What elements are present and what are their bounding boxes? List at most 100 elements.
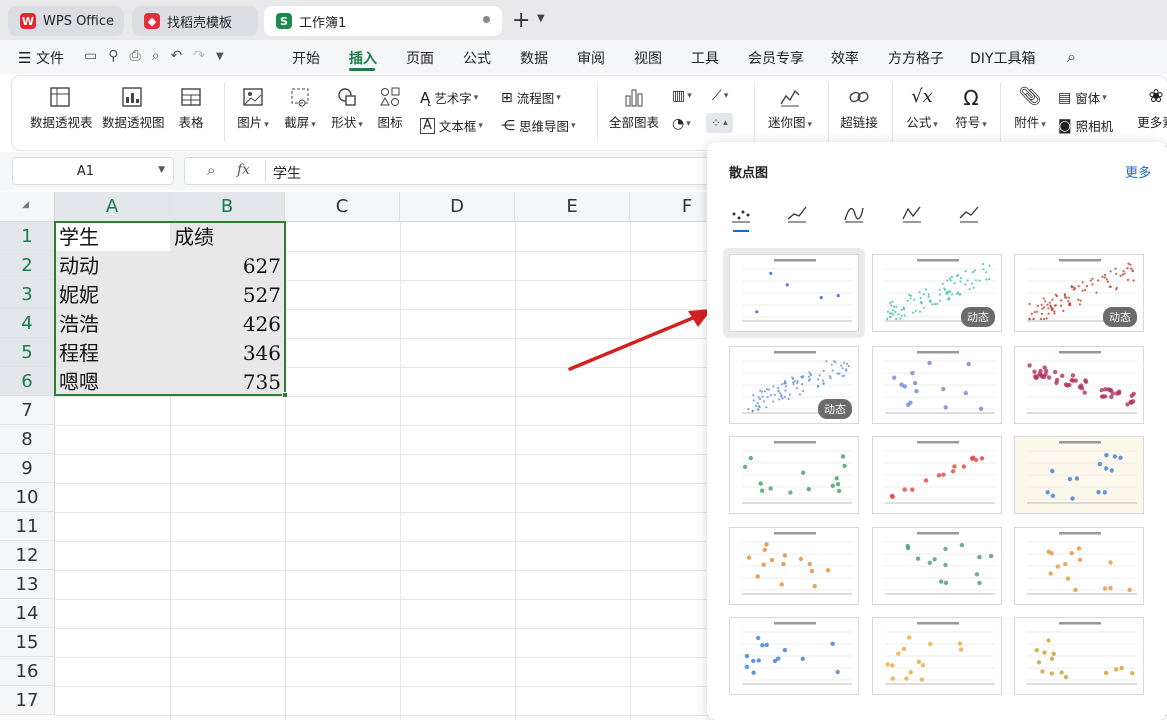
- line-chart-button[interactable]: ⟋ ▾: [712, 88, 728, 104]
- column-header-d[interactable]: D: [400, 192, 515, 222]
- row-header-14[interactable]: 14: [0, 599, 55, 628]
- row-header-5[interactable]: 5: [0, 338, 55, 367]
- zoom-icon[interactable]: ⌕: [207, 161, 215, 179]
- tab-daoke-template[interactable]: ◆ 找稻壳模板: [132, 6, 258, 36]
- scatter-template-thumbnail[interactable]: 动态: [729, 346, 859, 424]
- menu-fangfang[interactable]: 方方格子: [888, 48, 944, 68]
- row-header-12[interactable]: 12: [0, 541, 55, 570]
- row-header-17[interactable]: 17: [0, 686, 55, 715]
- row-header-7[interactable]: 7: [0, 396, 55, 425]
- hyperlink-button[interactable]: 超链接: [838, 86, 880, 131]
- row-header-9[interactable]: 9: [0, 454, 55, 483]
- table-button[interactable]: 表格: [175, 86, 207, 131]
- pivot-chart-button[interactable]: 数据透视图: [102, 86, 165, 131]
- scatter-template-thumbnail[interactable]: [872, 346, 1002, 424]
- row-header-8[interactable]: 8: [0, 425, 55, 454]
- shape-button[interactable]: 形状 ▾: [326, 86, 368, 131]
- scatter-template-thumbnail[interactable]: 动态: [872, 254, 1002, 332]
- pivot-table-button[interactable]: 数据透视表: [30, 86, 93, 131]
- menu-view[interactable]: 视图: [634, 48, 662, 68]
- unsaved-dot-icon[interactable]: [483, 16, 490, 23]
- column-chart-button[interactable]: ▥ ▾: [672, 88, 692, 104]
- quick-access-dropdown-icon[interactable]: ▼: [216, 51, 224, 66]
- row-header-1[interactable]: 1: [0, 222, 55, 251]
- menu-tools[interactable]: 工具: [691, 48, 719, 68]
- menu-insert[interactable]: 插入: [349, 48, 377, 68]
- new-tab-plus-icon[interactable]: +: [512, 8, 530, 33]
- camera-button[interactable]: ◙ 照相机: [1058, 116, 1113, 135]
- column-header-b[interactable]: B: [170, 192, 285, 222]
- window-button[interactable]: ▤ 窗体 ▾: [1058, 88, 1107, 107]
- scatter-template-thumbnail[interactable]: [729, 254, 859, 332]
- scatter-template-thumbnail[interactable]: [872, 617, 1002, 695]
- scatter-template-thumbnail[interactable]: [1014, 527, 1144, 605]
- search-icon[interactable]: ⌕: [1067, 47, 1076, 67]
- sparkline-button[interactable]: 迷你图 ▾: [764, 86, 816, 131]
- attachment-button[interactable]: 📎︎ 附件 ▾: [1010, 86, 1050, 131]
- formula-button[interactable]: √x 公式 ▾: [901, 86, 943, 131]
- scatter-template-thumbnail[interactable]: [729, 527, 859, 605]
- picture-button[interactable]: 图片 ▾: [232, 86, 274, 131]
- column-header-a[interactable]: A: [55, 192, 170, 222]
- share-icon[interactable]: ⚲: [108, 48, 118, 66]
- row-header-10[interactable]: 10: [0, 483, 55, 512]
- icon-button[interactable]: 图标: [374, 86, 406, 131]
- hamburger-icon[interactable]: ☰: [18, 49, 31, 67]
- scatter-smooth-lines-icon[interactable]: [842, 202, 866, 226]
- symbol-button[interactable]: Ω 符号 ▾: [950, 86, 992, 131]
- scatter-template-thumbnail[interactable]: 动态: [1014, 254, 1144, 332]
- menu-review[interactable]: 审阅: [577, 48, 605, 68]
- menu-efficiency[interactable]: 效率: [831, 48, 859, 68]
- textbox-button[interactable]: A 文本框 ▾: [420, 116, 483, 135]
- fill-handle[interactable]: [282, 392, 288, 398]
- redo-icon[interactable]: ↷: [193, 48, 205, 66]
- print-icon[interactable]: ⎙: [130, 48, 141, 66]
- menu-diy-toolbox[interactable]: DIY工具箱: [970, 48, 1035, 68]
- scatter-chart-button[interactable]: ⁘ ▴: [706, 113, 733, 133]
- tab-list-chevron-icon[interactable]: ▼: [537, 13, 545, 24]
- row-header-4[interactable]: 4: [0, 309, 55, 338]
- pie-chart-button[interactable]: ◔ ▾: [672, 116, 691, 132]
- scatter-smooth-markers-icon[interactable]: [785, 202, 809, 226]
- name-box[interactable]: A1 ▼: [12, 157, 174, 185]
- select-all-corner[interactable]: ◢: [0, 192, 55, 222]
- scatter-straight-lines-icon[interactable]: [957, 202, 981, 226]
- menu-data[interactable]: 数据: [520, 48, 548, 68]
- row-header-13[interactable]: 13: [0, 570, 55, 599]
- chevron-down-icon[interactable]: ▼: [158, 165, 165, 175]
- row-header-15[interactable]: 15: [0, 628, 55, 657]
- scatter-template-thumbnail[interactable]: [1014, 346, 1144, 424]
- undo-icon[interactable]: ↶: [171, 48, 183, 66]
- mindmap-button[interactable]: ⋲ 思维导图 ▾: [501, 116, 576, 135]
- screenshot-button[interactable]: 截屏 ▾: [279, 86, 321, 131]
- more-link[interactable]: 更多: [1125, 162, 1151, 181]
- scatter-template-thumbnail[interactable]: [1014, 617, 1144, 695]
- tab-wps-office[interactable]: W WPS Office: [8, 6, 124, 36]
- flowchart-button[interactable]: ⊞ 流程图 ▾: [501, 88, 561, 107]
- row-header-11[interactable]: 11: [0, 512, 55, 541]
- scatter-template-thumbnail[interactable]: [872, 436, 1002, 514]
- menu-home[interactable]: 开始: [292, 48, 320, 68]
- row-header-6[interactable]: 6: [0, 367, 55, 396]
- row-header-3[interactable]: 3: [0, 280, 55, 309]
- wordart-button[interactable]: Ą 艺术字 ▾: [420, 88, 478, 107]
- print-preview-icon[interactable]: ⌕: [152, 48, 160, 66]
- tab-workbook[interactable]: S 工作簿1: [264, 6, 502, 36]
- scatter-template-thumbnail[interactable]: [729, 436, 859, 514]
- fx-icon[interactable]: fx: [237, 162, 250, 178]
- scatter-markers-icon[interactable]: [729, 202, 753, 226]
- row-header-2[interactable]: 2: [0, 251, 55, 280]
- menu-formula[interactable]: 公式: [463, 48, 491, 68]
- row-header-16[interactable]: 16: [0, 657, 55, 686]
- scatter-straight-markers-icon[interactable]: [900, 202, 924, 226]
- all-charts-button[interactable]: 全部图表: [608, 86, 660, 131]
- column-header-c[interactable]: C: [285, 192, 400, 222]
- save-icon[interactable]: ▭: [84, 48, 97, 66]
- menu-page[interactable]: 页面: [406, 48, 434, 68]
- column-header-e[interactable]: E: [515, 192, 630, 222]
- scatter-template-thumbnail[interactable]: [729, 617, 859, 695]
- scatter-template-thumbnail[interactable]: [872, 527, 1002, 605]
- menu-file[interactable]: 文件: [36, 48, 64, 68]
- more-materials-button[interactable]: ❀ 更多素: [1136, 86, 1167, 131]
- menu-member[interactable]: 会员专享: [748, 48, 804, 68]
